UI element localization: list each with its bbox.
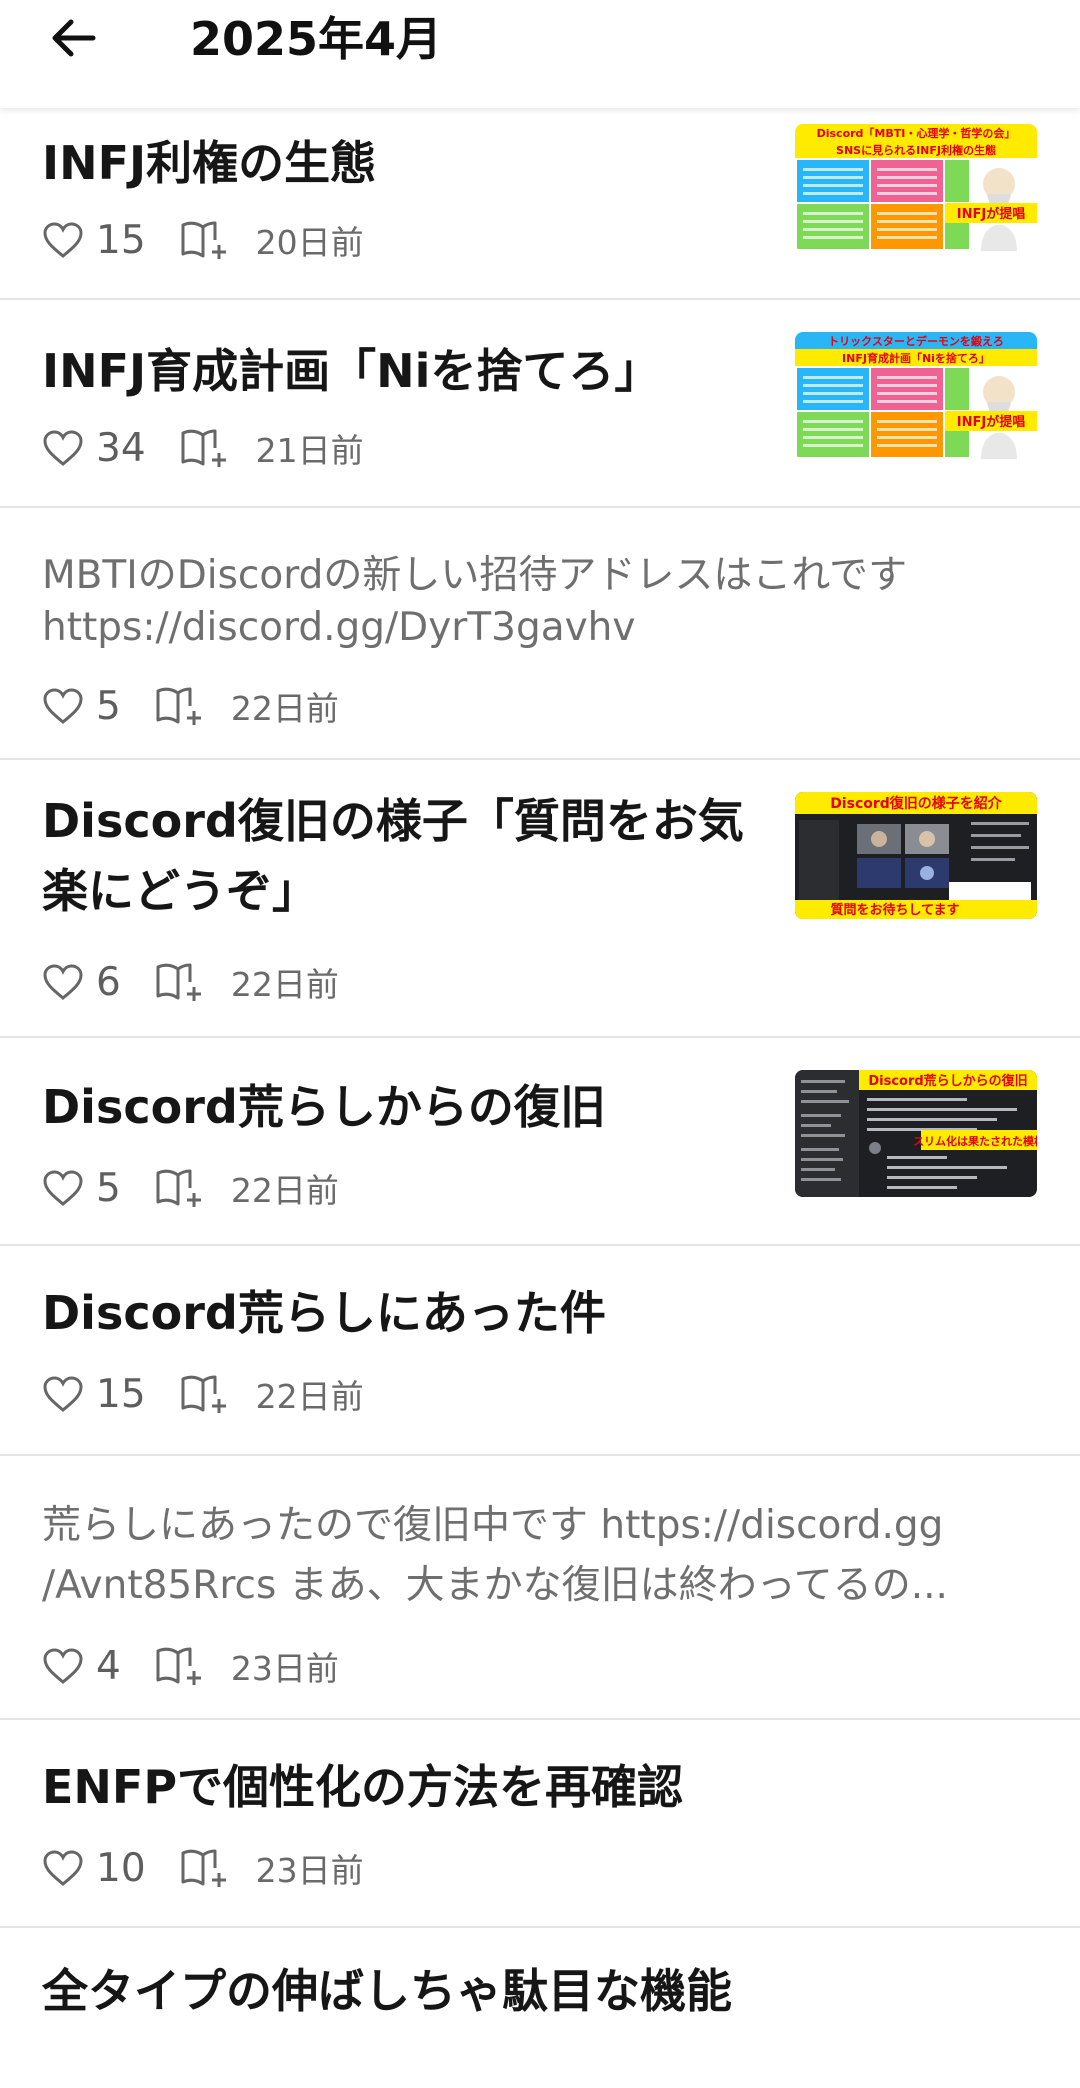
post-item[interactable]: Discord荒らしからの復旧 5 22日前 Discord荒らしからの復旧 ス… (0, 1038, 1080, 1246)
post-meta: 15 22日前 (42, 1366, 364, 1422)
bookmark-button[interactable] (155, 686, 205, 726)
book-plus-icon (156, 687, 201, 725)
post-meta: 4 23日前 (42, 1638, 339, 1694)
thumbnail-caption: INFJ育成計画「Niを捨てろ」 (842, 351, 990, 365)
post-date: 23日前 (230, 1649, 339, 1688)
thumbnail-caption: Discord復旧の様子を紹介 (830, 795, 1003, 812)
heart-outline-icon (43, 1850, 83, 1886)
heart-outline-icon (43, 222, 83, 258)
post-meta: 34 21日前 (42, 420, 364, 476)
like-button[interactable]: 6 (42, 960, 121, 1005)
post-thumbnail[interactable]: Discord「MBTI・心理学・哲学の会」 SNSに見られるINFJ利権の生態 (795, 124, 1037, 251)
back-button[interactable] (40, 8, 106, 68)
excerpt-line: /Avnt85Rrcs まあ、大まかな復旧は終わってるの... (42, 1563, 948, 1608)
like-count: 15 (96, 1371, 146, 1417)
post-item[interactable]: INFJ利権の生態 15 20日前 Discord「MBTI・心理学・哲学の会」… (0, 108, 1080, 300)
thumbnail-caption: Discord荒らしからの復旧 (868, 1073, 1027, 1089)
post-meta: 5 22日前 (42, 678, 339, 734)
post-meta: 10 23日前 (42, 1840, 364, 1896)
bookmark-button[interactable] (180, 1848, 230, 1888)
thumbnail-badge: INFJが提唱 (957, 414, 1025, 430)
heart-outline-icon (43, 1170, 83, 1206)
bookmark-button[interactable] (180, 428, 230, 468)
like-button[interactable]: 15 (42, 1372, 146, 1417)
post-title[interactable]: INFJ育成計画「Niを捨てろ」 (42, 336, 660, 406)
arrow-left-icon (52, 19, 96, 57)
thumbnail-caption: トリックスターとデーモンを鍛えろ (828, 334, 1004, 348)
book-plus-icon (156, 1169, 201, 1207)
page-title: 2025年4月 (190, 12, 443, 66)
post-date: 20日前 (255, 223, 364, 262)
post-thumbnail[interactable]: Discord荒らしからの復旧 スリム化は果たされた模様 (795, 1070, 1037, 1197)
book-plus-icon (181, 1375, 226, 1413)
post-item[interactable]: 全タイプの伸ばしちゃ駄目な機能 (0, 1928, 1080, 2088)
post-title[interactable]: 全タイプの伸ばしちゃ駄目な機能 (42, 1956, 732, 2026)
like-button[interactable]: 10 (42, 1846, 146, 1891)
post-date: 21日前 (255, 431, 364, 470)
excerpt-line: https://discord.gg/DyrT3gavhv (42, 605, 636, 650)
like-button[interactable]: 4 (42, 1644, 121, 1689)
post-excerpt[interactable]: 荒らしにあったので復旧中です https://discord.gg /Avnt8… (42, 1496, 1022, 1616)
heart-outline-icon (43, 1376, 83, 1412)
thumbnail-caption: Discord「MBTI・心理学・哲学の会」 (817, 126, 1016, 140)
post-meta: 6 22日前 (42, 954, 339, 1010)
like-count: 10 (96, 1845, 146, 1891)
post-title[interactable]: ENFPで個性化の方法を再確認 (42, 1752, 683, 1822)
post-item[interactable]: 荒らしにあったので復旧中です https://discord.gg /Avnt8… (0, 1456, 1080, 1720)
like-count: 34 (96, 425, 146, 471)
post-title[interactable]: INFJ利権の生態 (42, 128, 376, 198)
post-date: 22日前 (255, 1377, 364, 1416)
post-item[interactable]: INFJ育成計画「Niを捨てろ」 34 21日前 トリックスターとデーモンを鍛え… (0, 300, 1080, 508)
app-bar: 2025年4月 (0, 0, 1080, 108)
bookmark-button[interactable] (180, 1374, 230, 1414)
post-title[interactable]: Discord荒らしからの復旧 (42, 1072, 606, 1142)
post-item[interactable]: Discord復旧の様子「質問をお気楽にどうぞ」 6 22日前 Discord復… (0, 760, 1080, 1038)
bookmark-button[interactable] (155, 962, 205, 1002)
like-button[interactable]: 15 (42, 218, 146, 263)
heart-outline-icon (43, 1648, 83, 1684)
thumbnail-caption: スリム化は果たされた模様 (913, 1134, 1037, 1148)
thumbnail-badge: INFJが提唱 (957, 206, 1025, 222)
heart-outline-icon (43, 964, 83, 1000)
like-count: 15 (96, 217, 146, 263)
post-title[interactable]: Discord荒らしにあった件 (42, 1278, 606, 1348)
like-button[interactable]: 34 (42, 426, 146, 471)
heart-outline-icon (43, 688, 83, 724)
like-count: 5 (96, 1165, 121, 1211)
post-thumbnail[interactable]: Discord復旧の様子を紹介 質問をお待ちしてます (795, 792, 1037, 919)
post-item[interactable]: Discord荒らしにあった件 15 22日前 (0, 1246, 1080, 1456)
bookmark-button[interactable] (155, 1168, 205, 1208)
post-item[interactable]: MBTIのDiscordの新しい招待アドレスはこれです https://disc… (0, 508, 1080, 760)
like-count: 6 (96, 959, 121, 1005)
book-plus-icon (181, 429, 226, 467)
heart-outline-icon (43, 430, 83, 466)
post-date: 22日前 (230, 689, 339, 728)
post-date: 22日前 (230, 1171, 339, 1210)
thumbnail-caption: 質問をお待ちしてます (831, 902, 960, 918)
post-list: INFJ利権の生態 15 20日前 Discord「MBTI・心理学・哲学の会」… (0, 108, 1080, 2088)
bookmark-button[interactable] (180, 220, 230, 260)
excerpt-line: 荒らしにあったので復旧中です https://discord.gg (42, 1503, 944, 1548)
bookmark-button[interactable] (155, 1646, 205, 1686)
thumbnail-caption: SNSに見られるINFJ利権の生態 (836, 143, 996, 157)
post-meta: 5 22日前 (42, 1160, 339, 1216)
like-button[interactable]: 5 (42, 684, 121, 729)
like-count: 4 (96, 1643, 121, 1689)
post-date: 22日前 (230, 965, 339, 1004)
post-excerpt[interactable]: MBTIのDiscordの新しい招待アドレスはこれです https://disc… (42, 550, 1022, 654)
book-plus-icon (156, 1647, 201, 1685)
post-date: 23日前 (255, 1851, 364, 1890)
book-plus-icon (181, 1849, 226, 1887)
post-title[interactable]: Discord復旧の様子「質問をお気楽にどうぞ」 (42, 786, 762, 926)
post-item[interactable]: ENFPで個性化の方法を再確認 10 23日前 (0, 1720, 1080, 1928)
book-plus-icon (181, 221, 226, 259)
post-meta: 15 20日前 (42, 212, 364, 268)
like-count: 5 (96, 683, 121, 729)
book-plus-icon (156, 963, 201, 1001)
like-button[interactable]: 5 (42, 1166, 121, 1211)
post-thumbnail[interactable]: トリックスターとデーモンを鍛えろ INFJ育成計画「Niを捨てろ」 INFJが提… (795, 332, 1037, 459)
excerpt-line: MBTIのDiscordの新しい招待アドレスはこれです (42, 553, 908, 598)
